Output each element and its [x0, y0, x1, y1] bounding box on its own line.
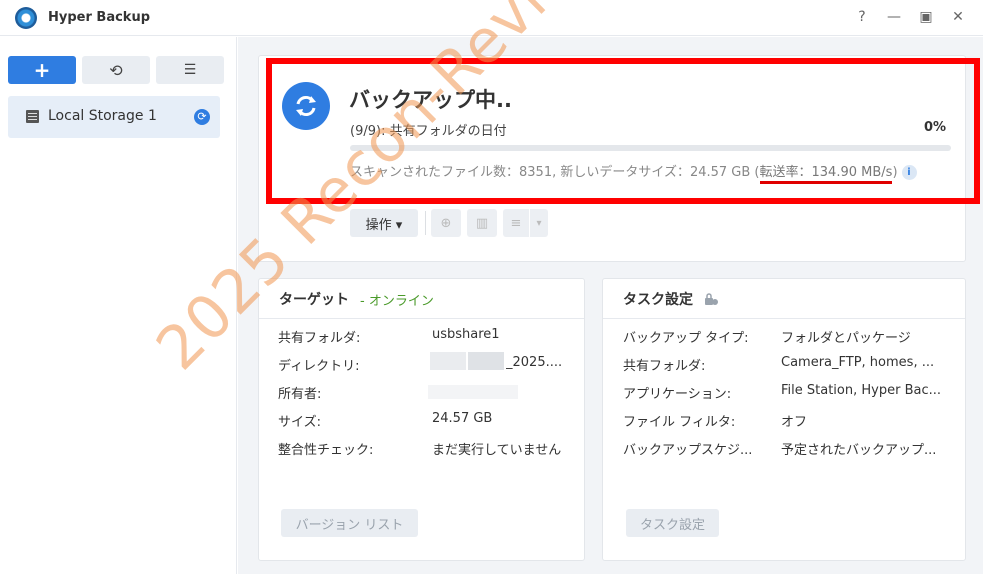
redacted-block	[428, 385, 518, 399]
sidebar-item-local-storage-1[interactable]: Local Storage 1 ⟳	[8, 96, 220, 138]
task-value-file-filter: オフ	[781, 415, 808, 430]
add-task-button[interactable]: +	[8, 56, 76, 84]
title-bar: Hyper Backup ? — ▣ ✕	[0, 0, 983, 36]
target-label-directory: ディレクトリ:	[278, 359, 360, 374]
sidebar-item-label: Local Storage 1	[48, 108, 157, 124]
minimize-icon[interactable]: —	[886, 9, 902, 25]
plus-icon: +	[33, 58, 51, 82]
target-label-shared-folder: 共有フォルダ:	[278, 331, 361, 346]
target-value-integrity-check: まだ実行していません	[432, 443, 562, 458]
sidebar: + ⟲ ☰ Local Storage 1 ⟳	[0, 37, 237, 574]
task-label-file-filter: ファイル フィルタ:	[623, 415, 736, 430]
hyper-backup-logo-icon	[15, 7, 37, 29]
task-settings-button[interactable]: タスク設定	[626, 509, 719, 537]
target-label-integrity-check: 整合性チェック:	[278, 443, 374, 458]
help-icon[interactable]: ?	[854, 9, 870, 25]
online-status: - オンライン	[360, 294, 434, 309]
toolbar-divider	[425, 211, 426, 235]
more-dropdown-button[interactable]: ▾	[530, 209, 548, 237]
redacted-block	[468, 352, 504, 370]
task-value-shared-folder: Camera_FTP, homes, ...	[781, 355, 935, 370]
redacted-block	[430, 352, 466, 370]
target-value-shared-folder: usbshare1	[432, 327, 500, 342]
target-card-header: ターゲット - オンライン	[259, 279, 584, 319]
task-title: タスク設定	[623, 292, 693, 308]
chart-icon: ▥	[475, 215, 489, 231]
restore-button[interactable]: ⟲	[82, 56, 150, 84]
target-label-size: サイズ:	[278, 415, 321, 430]
search-icon: ⊕	[440, 215, 452, 231]
action-menu-button[interactable]: 操作 ▾	[350, 209, 418, 237]
task-label-schedule: バックアップスケジ...	[623, 443, 753, 458]
chevron-down-icon: ▾	[536, 217, 542, 229]
annotation-highlight-box	[266, 58, 980, 204]
task-value-schedule: 予定されたバックアップ...	[781, 443, 937, 458]
statistics-button[interactable]: ▥	[467, 209, 497, 237]
sync-icon: ⟳	[194, 109, 210, 125]
explore-button[interactable]: ⊕	[431, 209, 461, 237]
target-title: ターゲット	[279, 292, 349, 308]
task-value-backup-type: フォルダとパッケージ	[781, 331, 911, 346]
more-menu-button[interactable]: ≡	[503, 209, 529, 237]
task-label-backup-type: バックアップ タイプ:	[623, 331, 749, 346]
maximize-icon[interactable]: ▣	[918, 9, 934, 25]
history-icon: ⟲	[109, 60, 123, 80]
target-value-size: 24.57 GB	[432, 411, 493, 426]
lock-settings-icon	[705, 293, 718, 305]
version-list-button[interactable]: バージョン リスト	[281, 509, 418, 537]
task-card-header: タスク設定	[603, 279, 965, 319]
storage-icon	[26, 110, 39, 123]
task-label-application: アプリケーション:	[623, 387, 732, 402]
log-button[interactable]: ☰	[156, 56, 224, 84]
target-value-directory: _2025....	[506, 355, 563, 370]
task-value-application: File Station, Hyper Bac...	[781, 383, 941, 398]
log-icon: ☰	[183, 62, 197, 78]
task-label-shared-folder: 共有フォルダ:	[623, 359, 706, 374]
target-label-owner: 所有者:	[278, 387, 322, 402]
menu-icon: ≡	[510, 215, 522, 231]
close-icon[interactable]: ✕	[950, 9, 966, 25]
app-title: Hyper Backup	[48, 10, 151, 25]
